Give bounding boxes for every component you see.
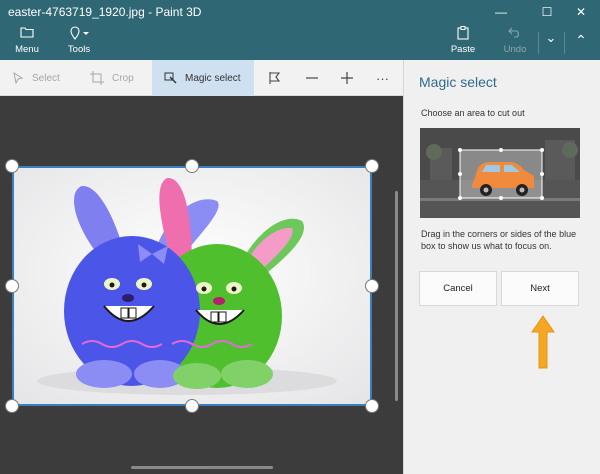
resize-handle-top-right[interactable] [365, 159, 379, 173]
resize-handle-right[interactable] [365, 279, 379, 293]
bottom-indicator [206, 466, 270, 469]
brush-icon [62, 26, 96, 42]
cursor-icon [13, 72, 24, 84]
undo-button[interactable]: Undo [500, 26, 530, 55]
menu-label: Menu [15, 44, 39, 55]
vertical-scrollbar[interactable] [395, 191, 398, 401]
flag-icon [269, 72, 281, 84]
select-tool[interactable]: Select [12, 60, 60, 96]
resize-handle-left[interactable] [5, 279, 19, 293]
maximize-button[interactable]: ☐ [532, 0, 562, 24]
car-illustration [420, 128, 580, 218]
ribbon-divider [538, 32, 539, 54]
resize-handle-bottom[interactable] [185, 399, 199, 413]
resize-handle-bottom-right[interactable] [365, 399, 379, 413]
resize-handle-top[interactable] [185, 159, 199, 173]
crop-label: Crop [112, 72, 134, 84]
more-options-button[interactable]: ··· [376, 60, 389, 96]
minus-icon [306, 77, 318, 79]
zoom-out-button[interactable] [305, 60, 327, 96]
tutorial-illustration [420, 128, 580, 218]
paste-button[interactable]: Paste [448, 26, 478, 55]
zoom-in-button[interactable] [340, 60, 362, 96]
cancel-button[interactable]: Cancel [419, 271, 497, 306]
ribbon: Menu Tools Paste Undo ⌄ ⌃ [0, 24, 600, 60]
panel-description: Drag in the corners or sides of the blue… [421, 229, 577, 251]
undo-icon [500, 26, 530, 42]
undo-label: Undo [503, 44, 527, 55]
magic-select-panel: Magic select Choose an area to cut out D… [403, 60, 600, 474]
close-button[interactable]: ✕ [566, 0, 596, 24]
ribbon-divider [564, 32, 565, 54]
panel-title: Magic select [419, 74, 497, 90]
plus-icon [341, 72, 353, 84]
folder-icon [12, 26, 42, 42]
menu-button[interactable]: Menu [12, 26, 42, 55]
select-label: Select [32, 72, 60, 84]
minimize-button[interactable]: — [486, 0, 516, 24]
tool-bar: Select Crop Magic select ··· [0, 60, 403, 96]
clipboard-icon [448, 26, 478, 42]
next-button[interactable]: Next [501, 271, 579, 306]
magic-select-box[interactable] [12, 166, 372, 406]
paste-label: Paste [450, 44, 476, 55]
crop-tool[interactable]: Crop [90, 60, 134, 96]
canvas-area[interactable] [0, 96, 403, 474]
arrow-up-icon [531, 315, 555, 369]
title-bar: easter-4763719_1920.jpg - Paint 3D — ☐ ✕ [0, 0, 600, 24]
crop-icon [90, 71, 104, 85]
resize-handle-top-left[interactable] [5, 159, 19, 173]
magic-select-tool[interactable]: Magic select [152, 60, 254, 96]
magic-select-icon [164, 72, 177, 84]
panel-subtitle: Choose an area to cut out [421, 108, 525, 118]
flag-tool[interactable] [268, 60, 290, 96]
tools-button[interactable]: Tools [62, 26, 96, 55]
chevron-up-icon[interactable]: ⌃ [572, 32, 590, 49]
tools-label: Tools [67, 44, 91, 55]
resize-handle-bottom-left[interactable] [5, 399, 19, 413]
magic-select-label: Magic select [185, 72, 241, 84]
window-title: easter-4763719_1920.jpg - Paint 3D [8, 5, 202, 19]
chevron-down-icon[interactable]: ⌄ [544, 30, 558, 46]
